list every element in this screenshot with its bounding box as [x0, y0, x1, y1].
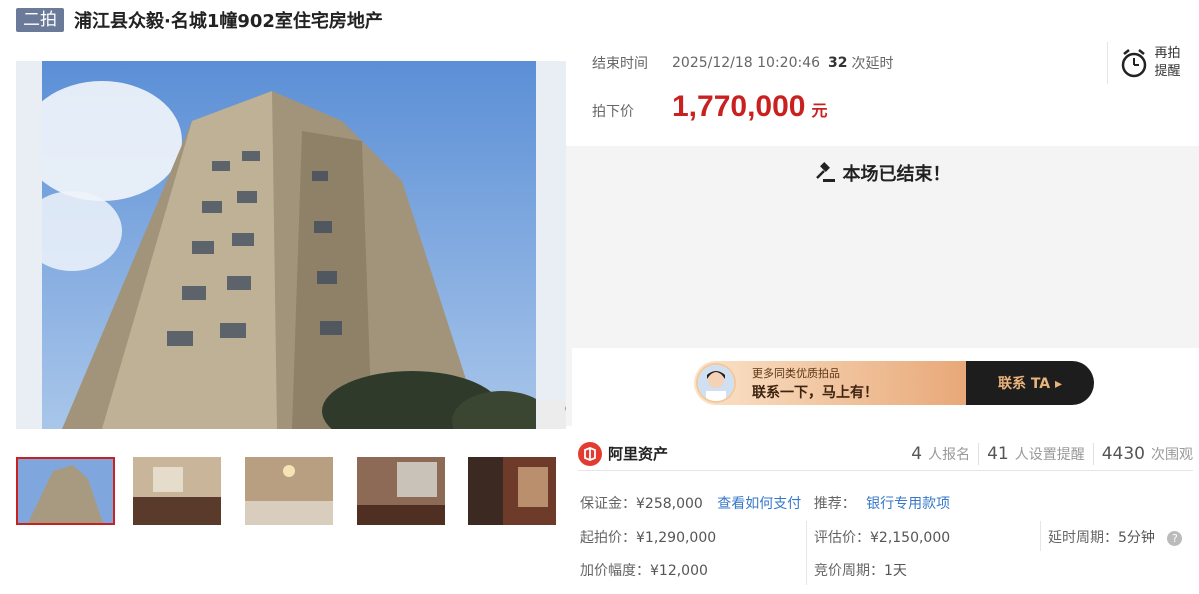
- increment-label: 加价幅度：: [580, 563, 650, 579]
- divider: [1092, 442, 1094, 465]
- assess-value: ¥2,150,000: [870, 530, 951, 546]
- remind-line-1: 再拍: [1154, 46, 1181, 61]
- thumbnail-3[interactable]: [245, 457, 333, 525]
- remind-count: 41: [987, 443, 1009, 464]
- increment-field: 加价幅度：¥12,000: [580, 560, 708, 580]
- assess-price-field: 评估价：¥2,150,000: [814, 527, 950, 547]
- final-price-row: 拍下价 1,770,000 元: [592, 90, 827, 124]
- view-label: 次围观: [1151, 446, 1193, 463]
- view-count: 4430: [1101, 443, 1145, 464]
- stats: 4 人报名 41 人设置提醒 4430 次围观: [911, 442, 1193, 465]
- final-price-label: 拍下价: [592, 104, 634, 120]
- thumbnail-5[interactable]: [468, 457, 556, 525]
- how-to-pay-link[interactable]: 查看如何支付: [717, 496, 801, 512]
- increment-value: ¥12,000: [650, 563, 708, 579]
- auction-ended-panel: 本场已结束！ 更多同类优质拍品 联系一下，马上有！ 联系 TA ▸: [566, 146, 1199, 426]
- signup-count: 4: [911, 443, 923, 464]
- deposit-field: 保证金：¥258,000 查看如何支付 推荐： 银行专用款项: [580, 493, 950, 513]
- delay-count-unit: 次延时: [851, 56, 894, 72]
- thumbnail-2[interactable]: [133, 457, 221, 525]
- bank-account-link[interactable]: 银行专用款项: [866, 496, 950, 512]
- brand-name: 阿里资产: [608, 445, 669, 463]
- thumbnail-strip: [16, 457, 566, 527]
- brand: 阿里资产: [578, 441, 669, 466]
- start-price-field: 起拍价：¥1,290,000: [580, 527, 716, 547]
- thumbnail-4[interactable]: [357, 457, 445, 525]
- auction-summary: 结束时间 2025/12/18 10:20:46 32 次延时 拍下价 1,77…: [566, 40, 1199, 144]
- start-price-label: 起拍价：: [580, 530, 636, 546]
- bid-period-field: 竞价周期：1天: [814, 560, 907, 580]
- end-time-value: 2025/12/18 10:20:46: [672, 55, 821, 71]
- auction-ended-message: 本场已结束！: [566, 160, 1199, 186]
- remind-label: 人设置提醒: [1014, 446, 1085, 463]
- assess-label: 评估价：: [814, 530, 870, 546]
- re-auction-remind-button[interactable]: 再拍 提醒: [1107, 42, 1193, 84]
- bid-period-label: 竞价周期：: [814, 563, 884, 579]
- agent-avatar: [696, 363, 736, 403]
- start-price-value: ¥1,290,000: [636, 530, 717, 546]
- auction-round-badge: 二拍: [16, 8, 64, 32]
- alarm-clock-icon: [1122, 49, 1147, 78]
- contact-ta-button[interactable]: 联系 TA ▸: [966, 361, 1094, 405]
- promo-line-1: 更多同类优质拍品: [752, 367, 840, 380]
- thumbnail-1[interactable]: [16, 457, 115, 525]
- promo-left: 更多同类优质拍品 联系一下，马上有！: [694, 361, 966, 405]
- delay-period-label: 延时周期：: [1048, 530, 1118, 546]
- help-icon[interactable]: ?: [1167, 530, 1183, 546]
- page-title: 浦江县众毅·名城1幢902室住宅房地产: [74, 11, 383, 32]
- signup-label: 人报名: [928, 446, 971, 463]
- column-divider: [1040, 521, 1041, 551]
- building-photo: [42, 61, 536, 429]
- final-price-value: 1,770,000: [672, 90, 806, 123]
- delay-count: 32: [828, 55, 848, 71]
- ali-assets-logo-icon: [578, 441, 602, 466]
- recommend-label: 推荐：: [813, 496, 856, 512]
- brand-stats-row: 阿里资产 4 人报名 41 人设置提醒 4430 次围观: [578, 437, 1193, 471]
- column-divider: [806, 521, 807, 585]
- delay-period-field: 延时周期：5分钟 ?: [1048, 527, 1183, 547]
- ended-text: 本场已结束！: [842, 164, 951, 185]
- deposit-label: 保证金：: [580, 496, 636, 512]
- bid-period-value: 1天: [884, 563, 907, 579]
- deposit-value: ¥258,000: [636, 496, 703, 512]
- end-time-row: 结束时间 2025/12/18 10:20:46 32 次延时: [592, 53, 894, 73]
- title-row: 二拍 浦江县众毅·名城1幢902室住宅房地产: [16, 6, 383, 34]
- contact-promo-banner[interactable]: 更多同类优质拍品 联系一下，马上有！ 联系 TA ▸: [694, 361, 1094, 405]
- main-property-image[interactable]: [16, 61, 566, 429]
- promo-line-2: 联系一下，马上有！: [752, 385, 878, 401]
- divider: [978, 442, 980, 465]
- remind-line-2: 提醒: [1154, 64, 1181, 79]
- delay-period-value: 5分钟: [1118, 530, 1155, 546]
- remind-text: 再拍 提醒: [1154, 45, 1180, 81]
- zoom-button[interactable]: [538, 401, 566, 429]
- end-time-label: 结束时间: [592, 56, 648, 72]
- final-price-unit: 元: [811, 101, 828, 120]
- gavel-icon: [815, 162, 835, 182]
